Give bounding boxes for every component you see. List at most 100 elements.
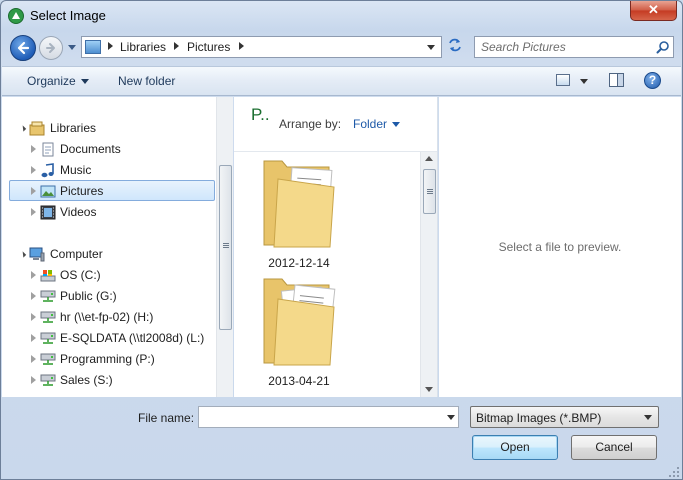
nav-label: OS (C:) (60, 268, 101, 282)
expander-closed-icon[interactable] (31, 355, 36, 363)
nav-label: Programming (P:) (60, 352, 155, 366)
expander-closed-icon[interactable] (31, 187, 36, 195)
grip-line (427, 189, 433, 190)
chevron-right-icon[interactable] (239, 42, 244, 50)
file-list-pane: P.. Arrange by: Folder 2012-12-14 2013-0… (234, 97, 438, 397)
window-title: Select Image (30, 8, 106, 23)
file-name-input[interactable] (202, 409, 437, 425)
pictures-library-icon (85, 40, 101, 54)
nav-item-os-drive[interactable]: OS (C:) (2, 265, 217, 286)
breadcrumb-libraries[interactable]: Libraries (120, 40, 166, 54)
expander-closed-icon[interactable] (31, 166, 36, 174)
address-bar[interactable]: Libraries Pictures (81, 36, 442, 58)
search-input[interactable] (481, 39, 651, 55)
network-drive-icon (40, 374, 56, 386)
expander-closed-icon[interactable] (31, 145, 36, 153)
chevron-right-icon[interactable] (174, 42, 179, 50)
nav-item-pictures[interactable]: Pictures (9, 180, 215, 201)
nav-item-libraries[interactable]: Libraries (2, 118, 217, 139)
network-drive-icon (40, 332, 56, 344)
file-name-label: File name: (138, 411, 195, 425)
music-icon (41, 163, 54, 178)
nav-item-computer[interactable]: Computer (2, 244, 217, 265)
local-drive-icon (40, 270, 56, 282)
organize-label: Organize (27, 74, 76, 88)
arrange-by-dropdown[interactable]: Folder (353, 117, 401, 131)
expander-open-icon[interactable] (19, 125, 27, 132)
computer-icon (29, 247, 45, 262)
new-folder-button[interactable]: New folder (118, 74, 175, 88)
forward-arrow-icon (46, 43, 55, 53)
address-dropdown-icon[interactable] (427, 45, 435, 50)
expander-closed-icon[interactable] (31, 208, 36, 216)
nav-item-music[interactable]: Music (2, 160, 217, 181)
nav-item-esqldata-drive[interactable]: E-SQLDATA (\\tl2008d) (L:) (2, 328, 217, 349)
open-button[interactable]: Open (472, 435, 558, 460)
nav-label: Computer (50, 247, 103, 261)
nav-label: Pictures (60, 184, 104, 198)
navigation-pane: Libraries Documents Music Pictures Video… (2, 97, 233, 397)
navigation-scrollbar[interactable] (216, 97, 233, 397)
folder-icon (263, 160, 335, 248)
expander-closed-icon[interactable] (31, 376, 36, 384)
arrange-by-label: Arrange by: (279, 117, 342, 131)
videos-icon (40, 205, 56, 220)
nav-label: Sales (S:) (60, 373, 113, 387)
chevron-right-icon[interactable] (108, 42, 113, 50)
nav-item-hr-drive[interactable]: hr (\\et-fp-02) (H:) (2, 307, 217, 328)
forward-button[interactable] (39, 36, 63, 60)
scroll-up-arrow-icon[interactable] (425, 156, 433, 161)
nav-label: Videos (60, 205, 97, 219)
select-image-dialog: Select Image ✕ Libraries Pictures Search… (0, 0, 683, 480)
change-view-icon[interactable] (556, 74, 570, 86)
file-type-select[interactable]: Bitmap Images (*.BMP) (470, 406, 659, 428)
close-button[interactable]: ✕ (630, 1, 677, 21)
nav-item-documents[interactable]: Documents (2, 139, 217, 160)
pictures-icon (40, 185, 56, 198)
resize-grip-icon[interactable] (668, 466, 680, 478)
folder-name: 2013-04-21 (268, 374, 330, 388)
help-icon[interactable]: ? (644, 72, 661, 89)
file-list-scrollbar[interactable] (420, 152, 437, 397)
cancel-button[interactable]: Cancel (571, 435, 657, 460)
nav-item-programming-drive[interactable]: Programming (P:) (2, 349, 217, 370)
search-box[interactable] (474, 36, 674, 58)
folder-item[interactable]: 2012-12-14 (254, 157, 344, 277)
file-name-combobox[interactable] (198, 406, 459, 428)
recent-pages-dropdown-icon[interactable] (67, 43, 77, 51)
view-options-dropdown-icon[interactable] (580, 79, 588, 84)
nav-item-videos[interactable]: Videos (2, 202, 217, 223)
folder-name: 2012-12-14 (268, 256, 330, 270)
grip-line (223, 245, 229, 246)
back-button[interactable] (10, 35, 36, 61)
expander-closed-icon[interactable] (31, 271, 36, 279)
refresh-button[interactable] (445, 37, 465, 57)
folder-item[interactable]: 2013-04-21 (254, 275, 344, 395)
chevron-down-icon (644, 415, 652, 420)
caret-down-icon (392, 122, 401, 128)
preview-pane-toggle-icon[interactable] (609, 73, 624, 87)
libraries-icon (29, 121, 45, 136)
file-name-dropdown-icon[interactable] (447, 415, 455, 420)
search-icon[interactable] (656, 40, 670, 54)
organize-menu[interactable]: Organize (27, 74, 89, 88)
nav-label: Public (G:) (60, 289, 117, 303)
expander-open-icon[interactable] (19, 251, 27, 258)
breadcrumb-pictures[interactable]: Pictures (187, 40, 230, 54)
scrollbar-thumb[interactable] (423, 169, 436, 214)
expander-closed-icon[interactable] (31, 292, 36, 300)
scrollbar-thumb[interactable] (219, 165, 232, 330)
title-bar[interactable]: Select Image ✕ (1, 1, 682, 31)
scroll-down-arrow-icon[interactable] (425, 387, 433, 392)
nav-label: Libraries (50, 121, 97, 135)
expander-closed-icon[interactable] (31, 313, 36, 321)
nav-label: hr (\\et-fp-02) (H:) (60, 310, 154, 324)
expander-closed-icon[interactable] (31, 334, 36, 342)
file-type-value: Bitmap Images (*.BMP) (476, 411, 602, 425)
folder-icon (263, 278, 336, 366)
arrange-by-value: Folder (353, 117, 388, 131)
nav-item-public-drive[interactable]: Public (G:) (2, 286, 217, 307)
grip-line (223, 243, 229, 244)
nav-item-sales-drive[interactable]: Sales (S:) (2, 370, 217, 391)
nav-label: E-SQLDATA (\\tl2008d) (L:) (60, 331, 205, 345)
